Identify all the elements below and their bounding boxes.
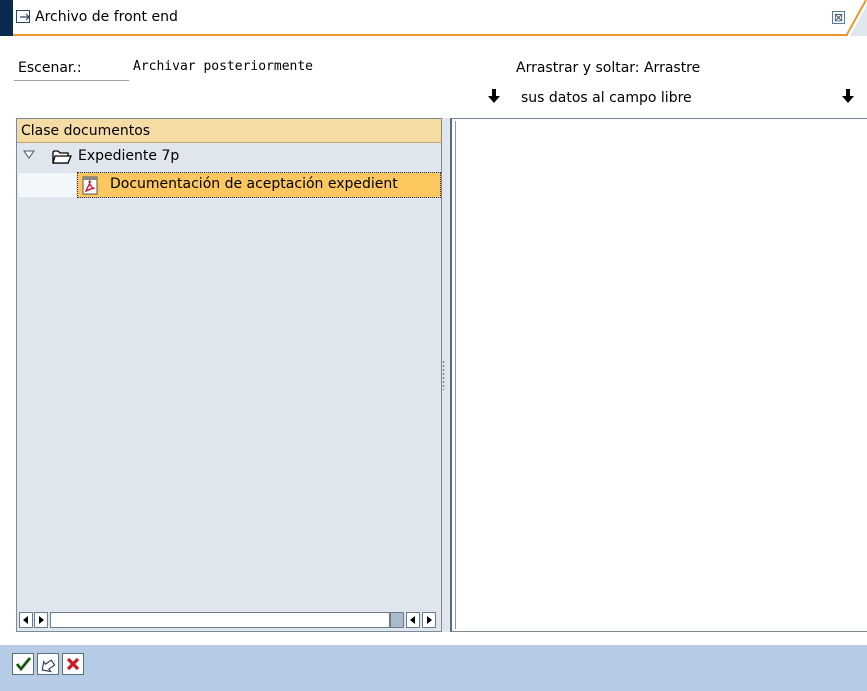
cancel-icon <box>63 654 83 674</box>
continue-button[interactable] <box>37 653 59 675</box>
dragdrop-instruction-line2: sus datos al campo libre <box>521 90 692 106</box>
scroll-right-button[interactable] <box>34 612 48 628</box>
scroll-left-button[interactable] <box>406 612 420 628</box>
drop-area-inner <box>455 121 867 629</box>
scroll-right-button[interactable] <box>422 612 436 628</box>
close-icon: ⊠ <box>833 11 844 24</box>
cancel-button[interactable] <box>62 653 84 675</box>
horizontal-scrollbar[interactable] <box>18 611 440 629</box>
tree-indent <box>18 173 76 197</box>
scenario-label-underline <box>14 80 129 81</box>
scroll-left-button[interactable] <box>19 612 33 628</box>
folder-open-icon <box>52 149 72 165</box>
dragdrop-instruction-line1: Arrastrar y soltar: Arrastre <box>516 60 701 76</box>
scrollbar-thumb[interactable] <box>390 612 404 628</box>
pane-splitter[interactable] <box>442 118 450 632</box>
scenario-label: Escenar.: <box>18 60 82 76</box>
bottom-toolbar <box>0 645 867 691</box>
selected-node[interactable]: Documentación de aceptación expedient <box>77 172 441 198</box>
window-title: Archivo de front end <box>35 9 178 25</box>
tree-column-header: Clase documentos <box>17 119 441 143</box>
check-icon <box>13 654 33 674</box>
expand-toggle-icon[interactable] <box>23 149 35 159</box>
window-icon <box>16 10 33 24</box>
scrollbar-track[interactable] <box>50 612 390 628</box>
tree-node-label: Expediente 7p <box>78 148 180 164</box>
close-button[interactable]: ⊠ <box>832 11 845 24</box>
confirm-button[interactable] <box>12 653 34 675</box>
titlebar-accent-line <box>13 34 848 36</box>
window-titlebar: Archivo de front end ⊠ <box>0 0 867 36</box>
titlebar-corner <box>846 0 867 36</box>
arrow-down-icon <box>487 88 501 104</box>
continue-icon <box>38 654 58 674</box>
pdf-document-icon <box>82 176 99 195</box>
document-class-tree[interactable]: Clase documentos Expediente 7p Documenta… <box>16 118 442 632</box>
scenario-value: Archivar posteriormente <box>133 59 314 74</box>
tree-header-label: Clase documentos <box>21 123 151 139</box>
free-drop-field[interactable] <box>450 118 867 632</box>
splitter-grip-icon[interactable] <box>442 360 445 390</box>
tree-node-folder[interactable]: Expediente 7p <box>17 144 441 168</box>
tree-node-document[interactable]: Documentación de aceptación expedient <box>17 172 441 200</box>
tree-node-label: Documentación de aceptación expedient <box>110 176 398 192</box>
titlebar-edge <box>0 0 13 36</box>
arrow-down-icon <box>841 88 855 104</box>
